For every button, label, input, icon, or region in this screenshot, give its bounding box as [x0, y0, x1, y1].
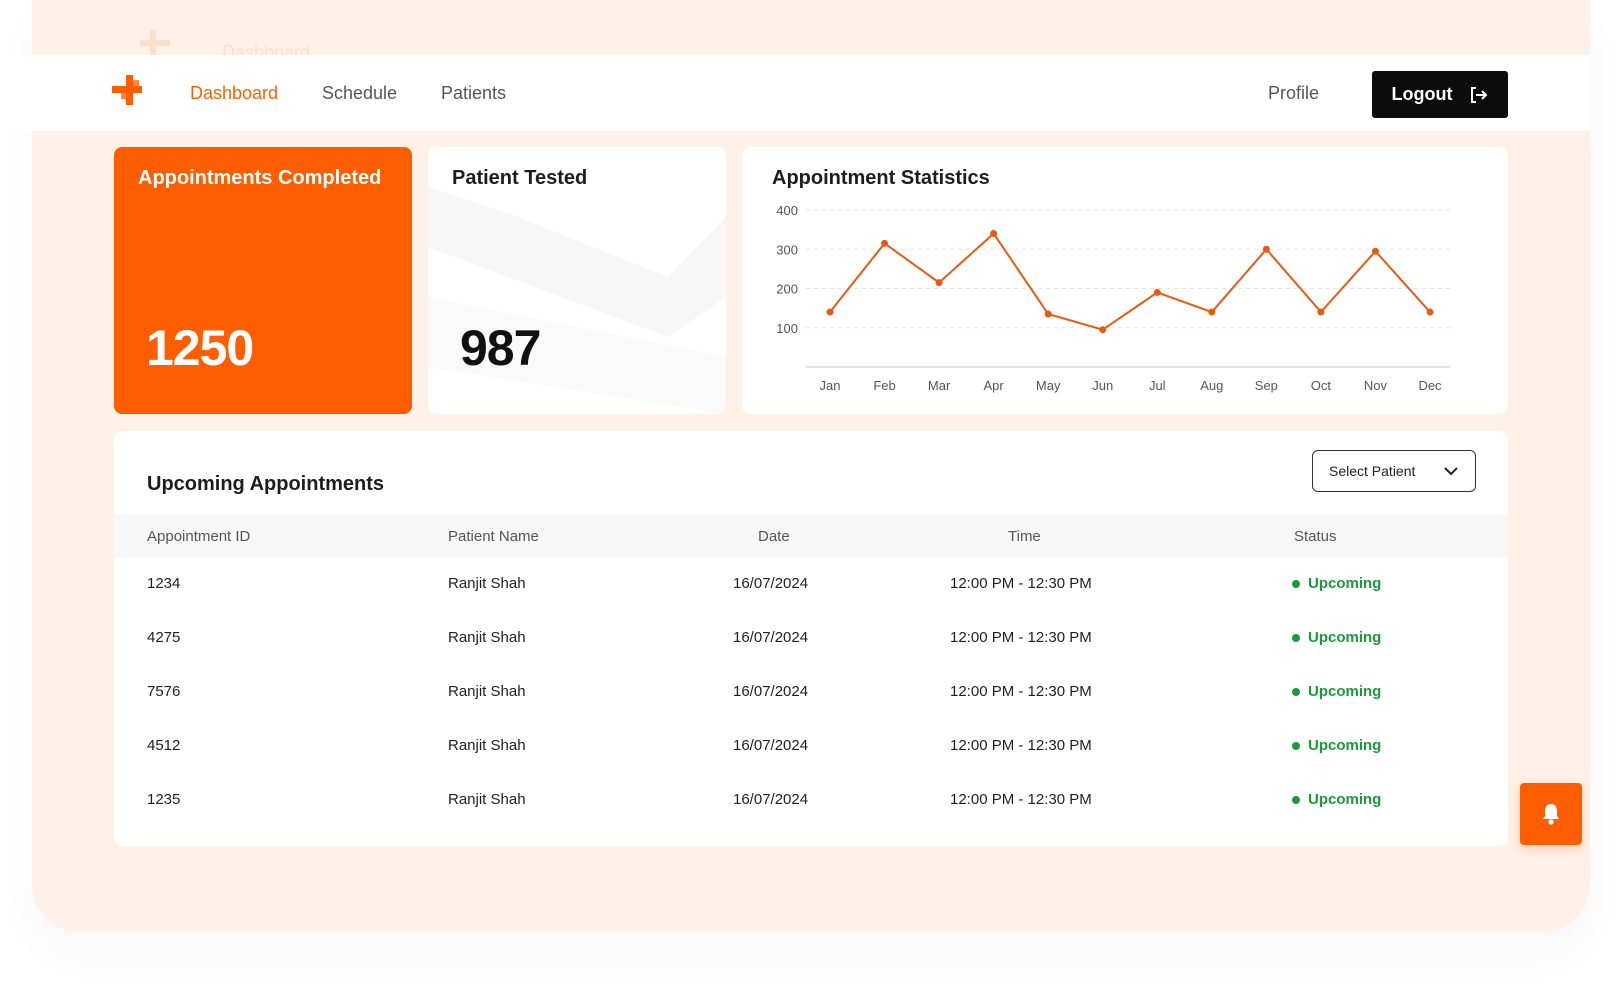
y-tick-label: 300	[776, 242, 798, 257]
y-tick-label: 200	[776, 282, 798, 297]
data-point[interactable]	[990, 230, 998, 238]
cell-patient-name: Ranjit Shah	[448, 737, 526, 754]
status-dot-icon	[1292, 579, 1300, 588]
cell-time: 12:00 PM - 12:30 PM	[950, 683, 1092, 700]
x-tick-label: Aug	[1200, 378, 1223, 393]
data-point[interactable]	[1153, 288, 1161, 296]
appointment-statistics-card: Appointment Statistics 100 200 300 400 Jan Fe…	[742, 147, 1508, 414]
x-tick-label: Feb	[873, 378, 895, 393]
x-tick-label: May	[1036, 378, 1061, 393]
cell-status: Upcoming	[1292, 683, 1381, 700]
medical-cross-logo-icon[interactable]	[112, 75, 142, 105]
status-dot-icon	[1292, 741, 1300, 750]
cell-patient-name: Ranjit Shah	[448, 791, 526, 808]
select-patient-dropdown[interactable]: Select Patient	[1312, 450, 1476, 492]
patient-tested-value: 987	[460, 320, 541, 376]
status-dot-icon	[1292, 795, 1300, 804]
cell-appointment-id: 1234	[147, 575, 181, 592]
cell-appointment-id: 1235	[147, 791, 181, 808]
bell-icon	[1543, 804, 1559, 825]
table-row[interactable]: 4275 Ranjit Shah 16/07/2024 12:00 PM - 12:3…	[114, 611, 1508, 665]
nav-link-patients[interactable]: Patients	[441, 83, 506, 104]
data-point[interactable]	[881, 239, 889, 247]
status-label: Upcoming	[1308, 683, 1382, 700]
table-row[interactable]: 7576 Ranjit Shah 16/07/2024 12:00 PM - 12:3…	[114, 665, 1508, 719]
y-tick-label: 100	[776, 321, 798, 336]
table-title: Upcoming Appointments	[147, 473, 385, 495]
data-point[interactable]	[1044, 310, 1052, 318]
appointments-completed-value: 1250	[146, 320, 254, 376]
top-navbar: Dashboard Schedule Patients Profile Logo…	[0, 55, 1590, 131]
data-point[interactable]	[1317, 308, 1325, 316]
cell-appointment-id: 7576	[147, 683, 181, 700]
y-tick-label: 400	[776, 203, 798, 218]
table-header: Appointment ID Patient Name Date Time St…	[114, 515, 1508, 557]
cell-date: 16/07/2024	[733, 791, 809, 808]
x-tick-label: Jan	[820, 378, 841, 393]
upcoming-appointments-card: Upcoming Appointments Select Patient App…	[114, 431, 1508, 846]
status-dot-icon	[1292, 687, 1300, 696]
cell-status: Upcoming	[1292, 575, 1381, 592]
cell-date: 16/07/2024	[733, 629, 809, 646]
nav-link-schedule[interactable]: Schedule	[322, 83, 397, 104]
data-point[interactable]	[1099, 326, 1107, 334]
cell-status: Upcoming	[1292, 737, 1381, 754]
select-patient-label: Select Patient	[1329, 463, 1416, 479]
table-row[interactable]: 1235 Ranjit Shah 16/07/2024 12:00 PM - 12:3…	[114, 773, 1508, 827]
nav-link-dashboard[interactable]: Dashboard	[190, 83, 278, 104]
status-dot-icon	[1292, 633, 1300, 642]
appointment-statistics-chart: 100 200 300 400 Jan Feb Mar Apr May Jun Jul Aug Sep O…	[776, 203, 1450, 393]
patient-tested-card: Patient Tested 987	[428, 147, 726, 414]
x-tick-label: Apr	[984, 378, 1005, 393]
cell-time: 12:00 PM - 12:30 PM	[950, 791, 1092, 808]
chevron-down-icon	[1444, 467, 1458, 476]
logout-button[interactable]: Logout	[1372, 71, 1508, 118]
status-label: Upcoming	[1308, 629, 1382, 646]
cell-time: 12:00 PM - 12:30 PM	[950, 629, 1092, 646]
data-point[interactable]	[1371, 247, 1379, 255]
cell-patient-name: Ranjit Shah	[448, 575, 526, 592]
th-time: Time	[1008, 528, 1041, 545]
x-tick-label: Mar	[928, 378, 951, 393]
status-label: Upcoming	[1308, 737, 1382, 754]
x-tick-label: Dec	[1418, 378, 1442, 393]
data-point[interactable]	[1208, 308, 1216, 316]
x-tick-label: Oct	[1311, 378, 1332, 393]
cell-time: 12:00 PM - 12:30 PM	[950, 737, 1092, 754]
x-tick-label: Sep	[1255, 378, 1278, 393]
appointments-completed-card: Appointments Completed 1250	[114, 147, 412, 414]
cell-patient-name: Ranjit Shah	[448, 683, 526, 700]
data-point[interactable]	[935, 279, 943, 287]
data-point[interactable]	[1426, 308, 1434, 316]
x-tick-label: Nov	[1364, 378, 1388, 393]
patient-tested-title: Patient Tested	[452, 167, 588, 189]
logout-icon	[1471, 86, 1488, 103]
nav-link-profile[interactable]: Profile	[1268, 83, 1319, 104]
appointments-completed-title: Appointments Completed	[138, 167, 382, 189]
cell-date: 16/07/2024	[733, 575, 809, 592]
cell-status: Upcoming	[1292, 791, 1381, 808]
table-row[interactable]: 4512 Ranjit Shah 16/07/2024 12:00 PM - 12:3…	[114, 719, 1508, 773]
table-row[interactable]: 1234 Ranjit Shah 16/07/2024 12:00 PM - 12:3…	[114, 557, 1508, 611]
th-patient-name: Patient Name	[448, 528, 539, 545]
th-date: Date	[758, 528, 790, 545]
cell-date: 16/07/2024	[733, 683, 809, 700]
notification-button[interactable]	[1520, 783, 1582, 845]
cell-patient-name: Ranjit Shah	[448, 629, 526, 646]
cell-time: 12:00 PM - 12:30 PM	[950, 575, 1092, 592]
x-tick-label: Jul	[1149, 378, 1166, 393]
x-tick-label: Jun	[1092, 378, 1113, 393]
status-label: Upcoming	[1308, 791, 1382, 808]
logout-label: Logout	[1391, 84, 1453, 104]
th-appointment-id: Appointment ID	[147, 528, 251, 545]
th-status: Status	[1294, 528, 1337, 545]
status-label: Upcoming	[1308, 575, 1382, 592]
cell-date: 16/07/2024	[733, 737, 809, 754]
data-point[interactable]	[1262, 245, 1270, 253]
series-line	[829, 232, 1431, 331]
cell-appointment-id: 4512	[147, 737, 181, 754]
cell-appointment-id: 4275	[147, 629, 181, 646]
data-point[interactable]	[826, 308, 834, 316]
cell-status: Upcoming	[1292, 629, 1381, 646]
